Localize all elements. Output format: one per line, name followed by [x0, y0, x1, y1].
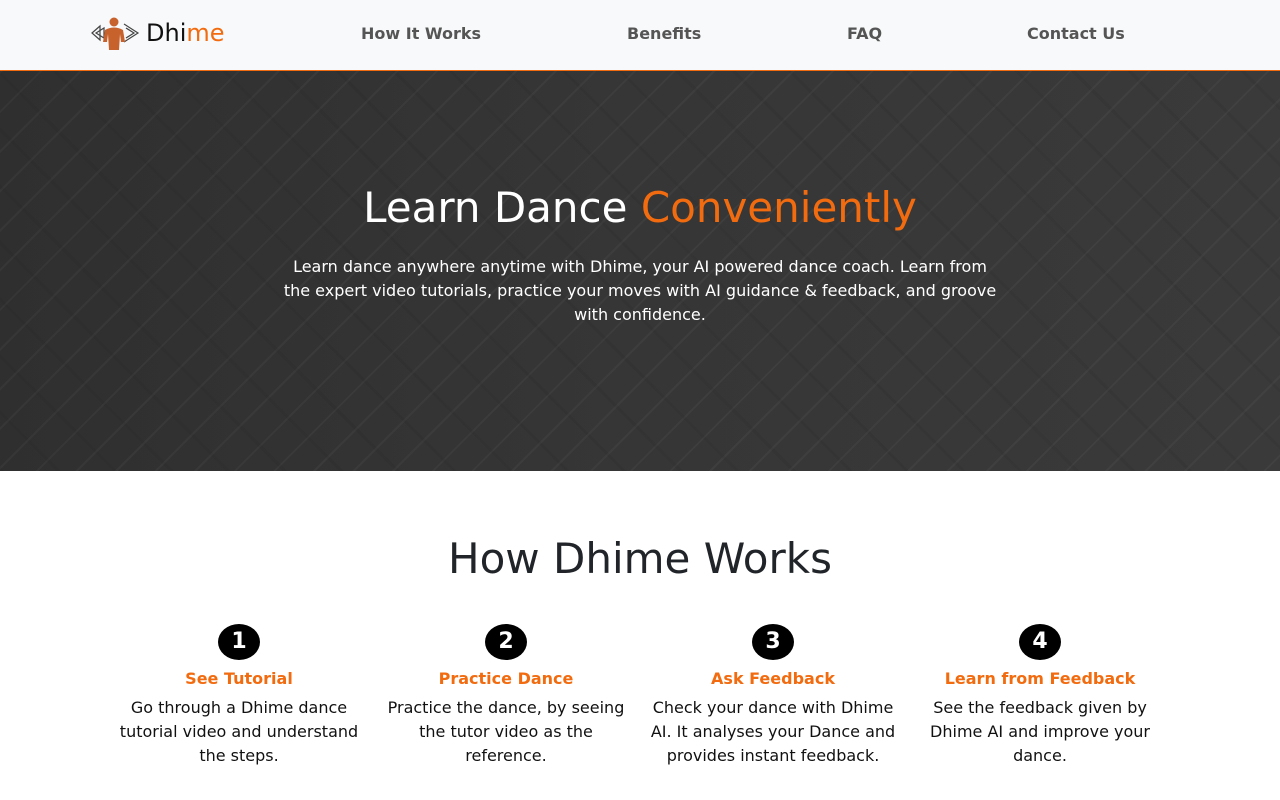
step-description: Check your dance with Dhime AI. It analy…	[650, 698, 896, 765]
hero-section: Learn Dance Conveniently Learn dance any…	[0, 71, 1280, 471]
hero-description: Learn dance anywhere anytime with Dhime,…	[283, 257, 997, 324]
dancer-silhouette-icon	[91, 17, 140, 50]
hero-title: Learn Dance Conveniently	[0, 183, 1280, 233]
step-number-badge: 1	[218, 624, 260, 660]
step-description: See the feedback given by Dhime AI and i…	[930, 698, 1150, 765]
step-card: 3 Ask Feedback Check your dance with Dhi…	[648, 624, 898, 768]
hero-title-accent: Conveniently	[640, 183, 917, 232]
step-number-badge: 4	[1019, 624, 1061, 660]
brand-name-part2: me	[186, 19, 225, 47]
nav-link-contact-us[interactable]: Contact Us	[1027, 24, 1125, 44]
step-description: Go through a Dhime dance tutorial video …	[119, 698, 359, 765]
nav-link-faq[interactable]: FAQ	[847, 24, 882, 44]
step-title: Learn from Feedback	[944, 669, 1136, 688]
section-title: How Dhime Works	[448, 534, 832, 583]
step-number-badge: 3	[752, 624, 794, 660]
brand-link[interactable]: Dhime	[90, 16, 225, 50]
brand-name: Dhime	[146, 16, 225, 50]
brand-name-part1: Dhi	[146, 19, 187, 47]
step-description: Practice the dance, by seeing the tutor …	[387, 698, 625, 765]
hero-title-main: Learn Dance	[363, 183, 641, 232]
navbar: Dhime How It Works Benefits FAQ Contact …	[0, 0, 1280, 71]
step-title: Ask Feedback	[711, 669, 835, 688]
step-card: 4 Learn from Feedback See the feedback g…	[915, 624, 1165, 768]
nav-link-benefits[interactable]: Benefits	[627, 24, 701, 44]
step-card: 1 See Tutorial Go through a Dhime dance …	[114, 624, 364, 768]
step-number-badge: 2	[485, 624, 527, 660]
step-title: See Tutorial	[185, 669, 293, 688]
step-title: Practice Dance	[438, 669, 574, 688]
nav-link-how-it-works[interactable]: How It Works	[361, 24, 481, 44]
step-card: 2 Practice Dance Practice the dance, by …	[381, 624, 631, 768]
